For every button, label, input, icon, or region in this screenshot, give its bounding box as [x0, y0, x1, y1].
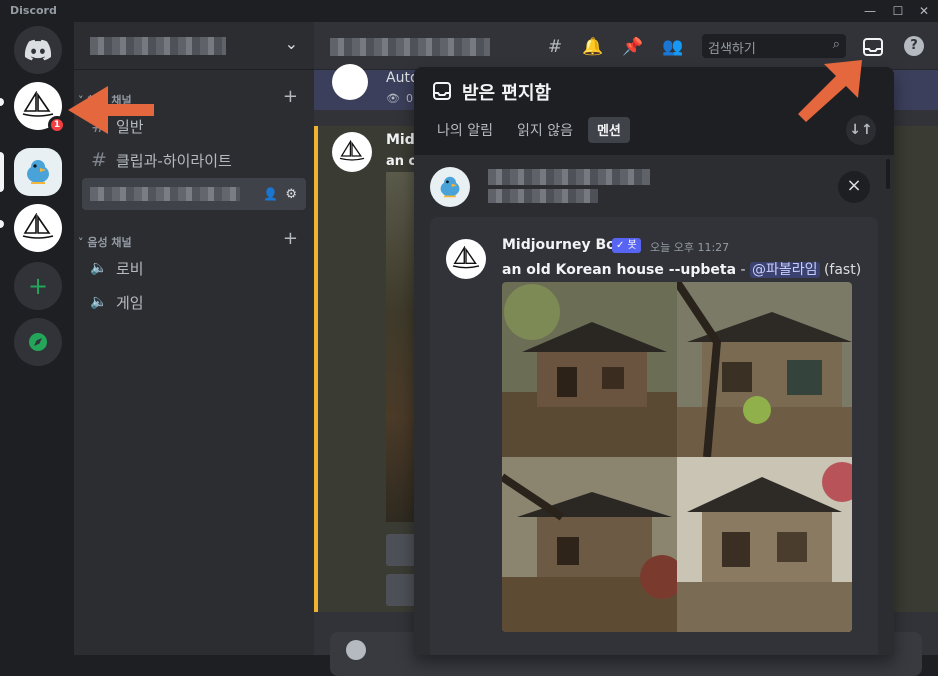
search-icon: ⌕	[832, 37, 840, 52]
voice-channel-lobby[interactable]: 🔈 로비	[82, 252, 306, 284]
plus-icon: +	[27, 272, 49, 300]
prompt-text: an old Korean house --upbeta	[502, 262, 737, 278]
tab-mentions[interactable]: 멘션	[587, 117, 630, 143]
server-midjourney-2[interactable]	[14, 204, 62, 252]
bird-mascot-icon	[440, 176, 460, 198]
member-list-icon[interactable]: 👥	[662, 36, 684, 58]
channel-clips[interactable]: # 클립과-하이라이트	[82, 144, 306, 176]
sailboat-icon	[339, 140, 365, 161]
image-tile-3	[502, 457, 677, 632]
avatar	[332, 132, 372, 172]
invite-icon[interactable]: 👤	[263, 187, 278, 201]
mention-badge: 1	[48, 116, 66, 134]
inbox-icon	[863, 38, 883, 56]
image-tile-1	[502, 282, 677, 457]
hash-icon: #	[91, 149, 107, 171]
image-tile-4	[677, 457, 852, 632]
speaker-icon: 🔈	[90, 294, 108, 310]
message-content: an old Korean house --upbeta - @파볼라임 (fa…	[502, 262, 862, 278]
channel-label: 로비	[116, 259, 144, 278]
discord-logo-icon	[24, 39, 52, 61]
sailboat-icon	[22, 213, 54, 239]
unread-pill	[0, 98, 4, 106]
bot-badge: ✓ 봇	[612, 238, 641, 253]
minimize-button[interactable]: —	[856, 2, 884, 20]
message-content: an o	[386, 154, 418, 169]
inbox-icon	[433, 82, 451, 100]
inbox-tabs: 나의 알림 읽지 않음 멘션	[428, 117, 630, 143]
inbox-button[interactable]	[860, 34, 886, 60]
channel-redacted-active[interactable]: 👤 ⚙	[82, 178, 306, 210]
inbox-guild-row: ×	[430, 167, 878, 207]
gear-icon[interactable]: ⚙	[285, 187, 297, 202]
bell-icon[interactable]: 🔔	[582, 36, 604, 58]
user-mention[interactable]: @파볼라임	[749, 262, 820, 278]
home-button[interactable]	[14, 26, 62, 74]
selected-pill	[0, 152, 4, 192]
scrollbar[interactable]	[886, 159, 890, 189]
server-name-redacted	[90, 37, 226, 55]
avatar	[332, 64, 368, 100]
help-icon[interactable]: ?	[904, 36, 924, 56]
arrow-annotation-left	[68, 86, 154, 134]
message-author[interactable]: Midjourney Bot	[502, 237, 622, 253]
image-grid[interactable]	[502, 282, 852, 632]
image-tile-2	[677, 282, 852, 457]
channel-label: 클립과-하이라이트	[116, 151, 232, 170]
close-window-button[interactable]: ✕	[910, 2, 938, 20]
mention-message-card: Midjourney Bot ✓ 봇 오늘 오후 11:27 an old Ko…	[430, 217, 878, 655]
channel-name-redacted	[90, 187, 240, 201]
avatar[interactable]	[446, 239, 486, 279]
voice-channel-game[interactable]: 🔈 게임	[82, 286, 306, 318]
server-bird[interactable]	[14, 148, 62, 196]
inbox-popover: 받은 편지함 나의 알림 읽지 않음 멘션 ↓↑ × Midjourney Bo…	[414, 67, 894, 655]
sailboat-icon	[22, 91, 54, 117]
unread-pill	[0, 220, 4, 228]
chevron-down-icon: ˅	[78, 236, 88, 249]
attach-plus-icon[interactable]	[346, 640, 366, 660]
category-voice-channels[interactable]: ˅ 음성 채널	[78, 234, 132, 250]
inbox-title: 받은 편지함	[462, 83, 552, 104]
chevron-down-icon: ⌄	[284, 34, 298, 53]
add-server-button[interactable]: +	[14, 262, 62, 310]
bird-mascot-icon	[27, 160, 49, 184]
message-timestamp: 오늘 오후 11:27	[650, 241, 730, 254]
explore-servers-button[interactable]	[14, 318, 62, 366]
server-icon[interactable]	[430, 167, 470, 207]
pin-icon[interactable]: 📌	[622, 36, 644, 58]
compass-icon	[29, 333, 47, 351]
channel-title-redacted	[330, 38, 490, 56]
add-channel-button[interactable]: +	[283, 86, 298, 107]
eye-icon: 👁	[386, 92, 400, 105]
server-rail: 1 +	[0, 22, 74, 655]
speaker-icon: 🔈	[90, 260, 108, 276]
server-midjourney[interactable]: 1	[14, 82, 66, 134]
channel-label: 게임	[116, 293, 144, 312]
tab-for-you[interactable]: 나의 알림	[428, 117, 502, 143]
sailboat-icon	[452, 246, 480, 269]
channel-name-redacted	[488, 189, 598, 203]
threads-icon[interactable]: #	[544, 36, 566, 58]
arrow-annotation-inbox	[798, 60, 862, 122]
tab-unreads[interactable]: 읽지 않음	[508, 117, 582, 143]
server-header[interactable]: ⌄	[74, 22, 314, 70]
close-icon[interactable]: ×	[838, 171, 870, 203]
add-voice-channel-button[interactable]: +	[283, 228, 298, 249]
maximize-button[interactable]: ☐	[884, 2, 912, 20]
mention-highlight-bar	[314, 126, 318, 612]
search-input[interactable]: 검색하기 ⌕	[702, 34, 846, 58]
server-name-redacted	[488, 169, 650, 185]
title-bar: Discord — ☐ ✕	[0, 0, 938, 22]
app-name: Discord	[10, 4, 57, 17]
